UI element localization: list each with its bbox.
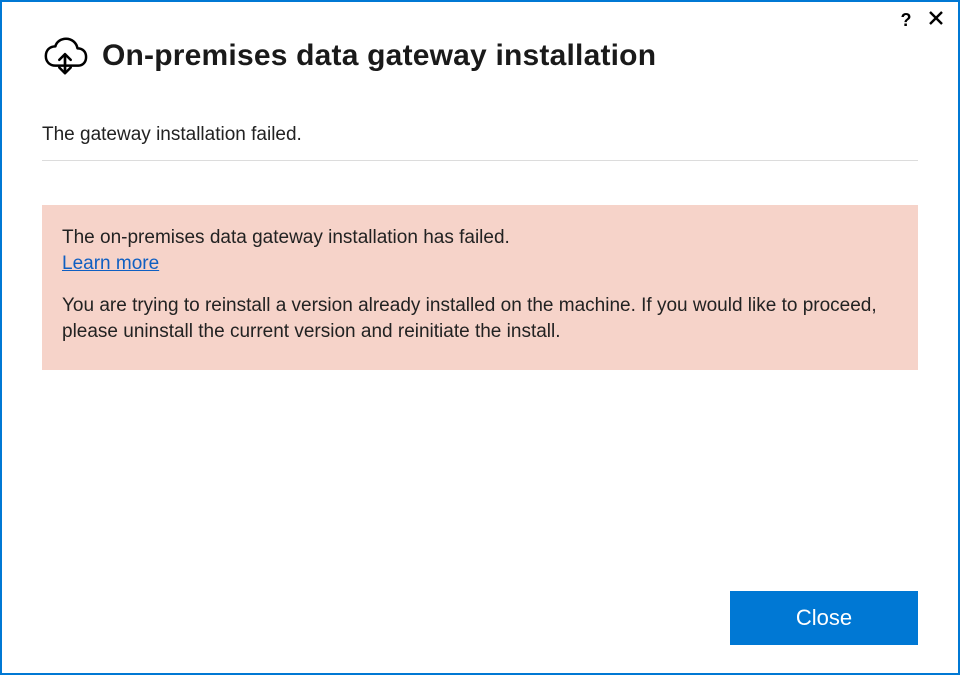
close-icon[interactable] [926, 10, 946, 29]
status-message: The gateway installation failed. [42, 124, 918, 161]
page-title: On-premises data gateway installation [102, 39, 656, 73]
error-title: The on-premises data gateway installatio… [62, 227, 898, 249]
close-button[interactable]: Close [730, 591, 918, 645]
error-panel: The on-premises data gateway installatio… [42, 205, 918, 370]
help-icon[interactable]: ? [896, 11, 916, 29]
footer: Close [730, 591, 918, 645]
error-detail: You are trying to reinstall a version al… [62, 293, 898, 344]
cloud-gateway-icon [42, 36, 88, 76]
header: On-premises data gateway installation [2, 2, 958, 96]
learn-more-link[interactable]: Learn more [62, 253, 159, 274]
titlebar-controls: ? [896, 10, 946, 29]
